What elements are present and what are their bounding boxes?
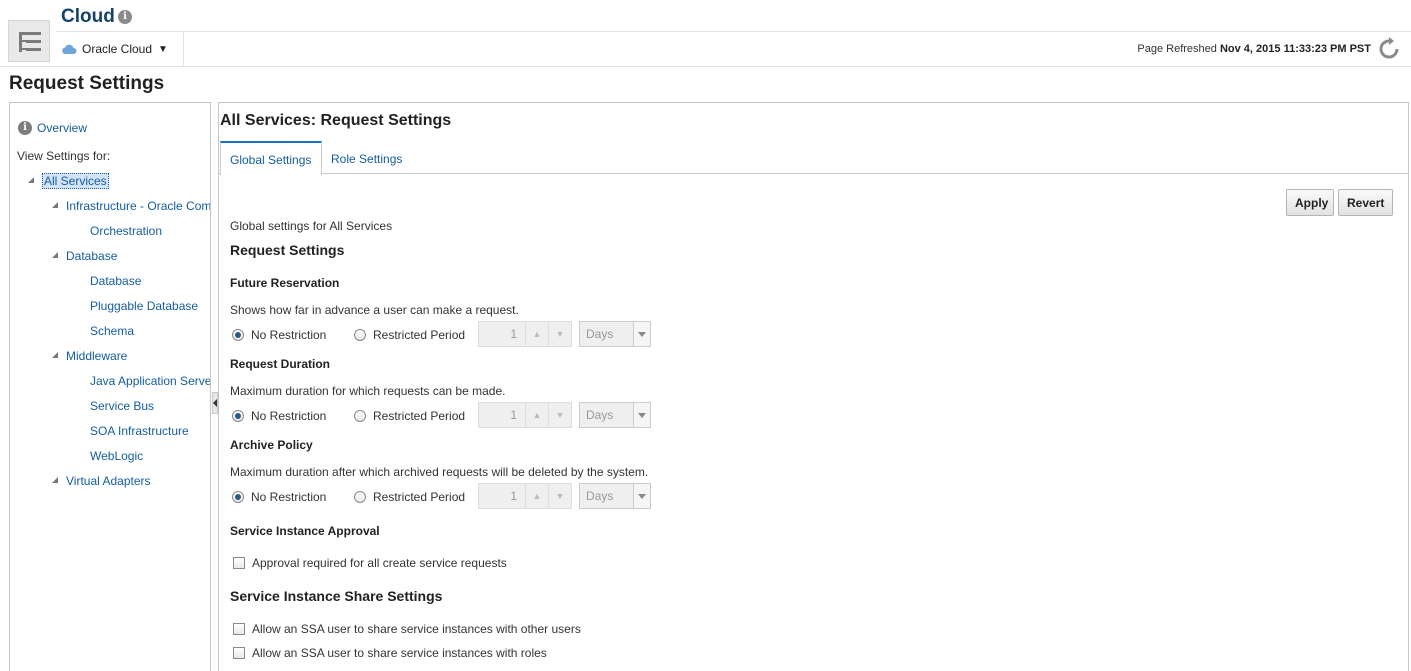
caret-down-icon: ▼ bbox=[158, 43, 168, 55]
future-reservation-desc: Shows how far in advance a user can make… bbox=[230, 303, 519, 317]
dropdown-arrow-icon bbox=[633, 403, 650, 427]
chevron-up-icon[interactable]: ▲ bbox=[525, 322, 548, 346]
tree-item-weblogic[interactable]: WebLogic bbox=[90, 449, 143, 463]
navigator-menu-button[interactable] bbox=[8, 20, 50, 62]
divider bbox=[183, 32, 184, 66]
tree-item-database-group[interactable]: Database bbox=[66, 249, 117, 263]
select-value: Days bbox=[586, 327, 614, 341]
refresh-label: Page Refreshed bbox=[1137, 43, 1217, 55]
overview-link[interactable]: i Overview bbox=[18, 121, 87, 135]
duration-period-stepper[interactable]: 1 ▲ ▼ bbox=[478, 402, 572, 428]
stepper-value: 1 bbox=[510, 408, 517, 422]
dropdown-arrow-icon bbox=[633, 484, 650, 508]
archive-restricted-period-label: Restricted Period bbox=[373, 490, 466, 504]
tree-item-orchestration[interactable]: Orchestration bbox=[90, 224, 162, 238]
archive-no-restriction-label: No Restriction bbox=[251, 490, 327, 504]
select-value: Days bbox=[586, 489, 614, 503]
duration-unit-select[interactable]: Days bbox=[579, 402, 651, 428]
divider bbox=[0, 66, 1411, 67]
chevron-down-icon[interactable]: ▼ bbox=[548, 484, 571, 508]
tab-bar: Global Settings Role Settings bbox=[219, 141, 1408, 175]
request-duration-title: Request Duration bbox=[230, 357, 331, 371]
duration-no-restriction-label: No Restriction bbox=[251, 409, 327, 423]
page-title: Request Settings bbox=[9, 73, 165, 94]
tree-item-schema[interactable]: Schema bbox=[90, 324, 134, 338]
tree-menu-icon bbox=[19, 32, 41, 52]
future-no-restriction-label: No Restriction bbox=[251, 328, 327, 342]
revert-button[interactable]: Revert bbox=[1338, 189, 1393, 216]
share-users-label: Allow an SSA user to share service insta… bbox=[252, 622, 581, 636]
future-restricted-period-label: Restricted Period bbox=[373, 328, 466, 342]
select-value: Days bbox=[586, 408, 614, 422]
expand-triangle-icon[interactable] bbox=[52, 352, 58, 358]
approval-title: Service Instance Approval bbox=[230, 524, 380, 538]
share-users-checkbox[interactable] bbox=[233, 623, 245, 635]
stepper-value: 1 bbox=[510, 489, 517, 503]
global-caption: Global settings for All Services bbox=[230, 219, 393, 233]
apply-button[interactable]: Apply bbox=[1286, 189, 1334, 216]
chevron-up-icon[interactable]: ▲ bbox=[525, 403, 548, 427]
stepper-value: 1 bbox=[510, 327, 517, 341]
archive-no-restriction-radio[interactable] bbox=[232, 491, 244, 503]
future-period-stepper[interactable]: 1 ▲ ▼ bbox=[478, 321, 572, 347]
main-title: All Services: Request Settings bbox=[220, 112, 452, 129]
info-icon: i bbox=[18, 121, 32, 135]
future-unit-select[interactable]: Days bbox=[579, 321, 651, 347]
future-reservation-title: Future Reservation bbox=[230, 276, 340, 290]
tab-global-settings[interactable]: Global Settings bbox=[220, 141, 322, 175]
section-title-request-settings: Request Settings bbox=[230, 242, 345, 258]
archive-policy-desc: Maximum duration after which archived re… bbox=[230, 465, 649, 479]
share-settings-title: Service Instance Share Settings bbox=[230, 588, 443, 604]
tree-item-middleware[interactable]: Middleware bbox=[66, 349, 127, 363]
expand-triangle-icon[interactable] bbox=[52, 477, 58, 483]
target-menu[interactable]: Oracle Cloud ▼ bbox=[61, 38, 168, 60]
duration-restricted-period-label: Restricted Period bbox=[373, 409, 466, 423]
tree-item-soa-infrastructure[interactable]: SOA Infrastructure bbox=[90, 424, 189, 438]
archive-restricted-period-radio[interactable] bbox=[354, 491, 366, 503]
share-roles-label: Allow an SSA user to share service insta… bbox=[252, 646, 547, 660]
future-no-restriction-radio[interactable] bbox=[232, 329, 244, 341]
expand-triangle-icon[interactable] bbox=[52, 202, 58, 208]
info-icon[interactable]: i bbox=[118, 10, 132, 24]
header: Cloud i Oracle Cloud ▼ Page Refreshed No… bbox=[0, 0, 1411, 68]
target-menu-label: Oracle Cloud bbox=[82, 42, 153, 56]
tree-item-all-services[interactable]: All Services bbox=[42, 173, 109, 189]
archive-period-stepper[interactable]: 1 ▲ ▼ bbox=[478, 483, 572, 509]
page-refreshed: Page Refreshed Nov 4, 2015 11:33:23 PM P… bbox=[1137, 43, 1371, 55]
tree-item-pluggable-database[interactable]: Pluggable Database bbox=[90, 299, 198, 313]
approval-checkbox[interactable] bbox=[233, 557, 245, 569]
main-panel: All Services: Request Settings Global Se… bbox=[218, 102, 1409, 671]
archive-unit-select[interactable]: Days bbox=[579, 483, 651, 509]
expand-triangle-icon[interactable] bbox=[52, 252, 58, 258]
panel-splitter[interactable] bbox=[211, 102, 218, 671]
chevron-down-icon[interactable]: ▼ bbox=[548, 322, 571, 346]
tab-role-settings[interactable]: Role Settings bbox=[322, 141, 411, 174]
chevron-down-icon[interactable]: ▼ bbox=[548, 403, 571, 427]
divider bbox=[56, 31, 1411, 32]
settings-tree-panel: i Overview View Settings for: All Servic… bbox=[9, 102, 211, 671]
approval-checkbox-label: Approval required for all create service… bbox=[252, 556, 507, 570]
tree-item-virtual-adapters[interactable]: Virtual Adapters bbox=[66, 474, 151, 488]
duration-no-restriction-radio[interactable] bbox=[232, 410, 244, 422]
dropdown-arrow-icon bbox=[633, 322, 650, 346]
refresh-icon[interactable] bbox=[1377, 37, 1401, 61]
tree-item-infrastructure[interactable]: Infrastructure - Oracle Compute bbox=[66, 199, 210, 213]
overview-label: Overview bbox=[37, 121, 88, 135]
tree-item-database[interactable]: Database bbox=[90, 274, 141, 288]
expand-triangle-icon[interactable] bbox=[28, 177, 34, 183]
share-roles-checkbox[interactable] bbox=[233, 647, 245, 659]
cloud-icon bbox=[62, 44, 77, 54]
app-title: Cloud bbox=[61, 6, 115, 27]
chevron-up-icon[interactable]: ▲ bbox=[525, 484, 548, 508]
refresh-time: Nov 4, 2015 11:33:23 PM PST bbox=[1219, 43, 1371, 55]
tree-item-java-app-server[interactable]: Java Application Server bbox=[90, 374, 210, 388]
duration-restricted-period-radio[interactable] bbox=[354, 410, 366, 422]
future-restricted-period-radio[interactable] bbox=[354, 329, 366, 341]
view-settings-label: View Settings for: bbox=[17, 149, 111, 163]
archive-policy-title: Archive Policy bbox=[230, 438, 313, 452]
request-duration-desc: Maximum duration for which requests can … bbox=[230, 384, 506, 398]
tree-item-service-bus[interactable]: Service Bus bbox=[90, 399, 154, 413]
